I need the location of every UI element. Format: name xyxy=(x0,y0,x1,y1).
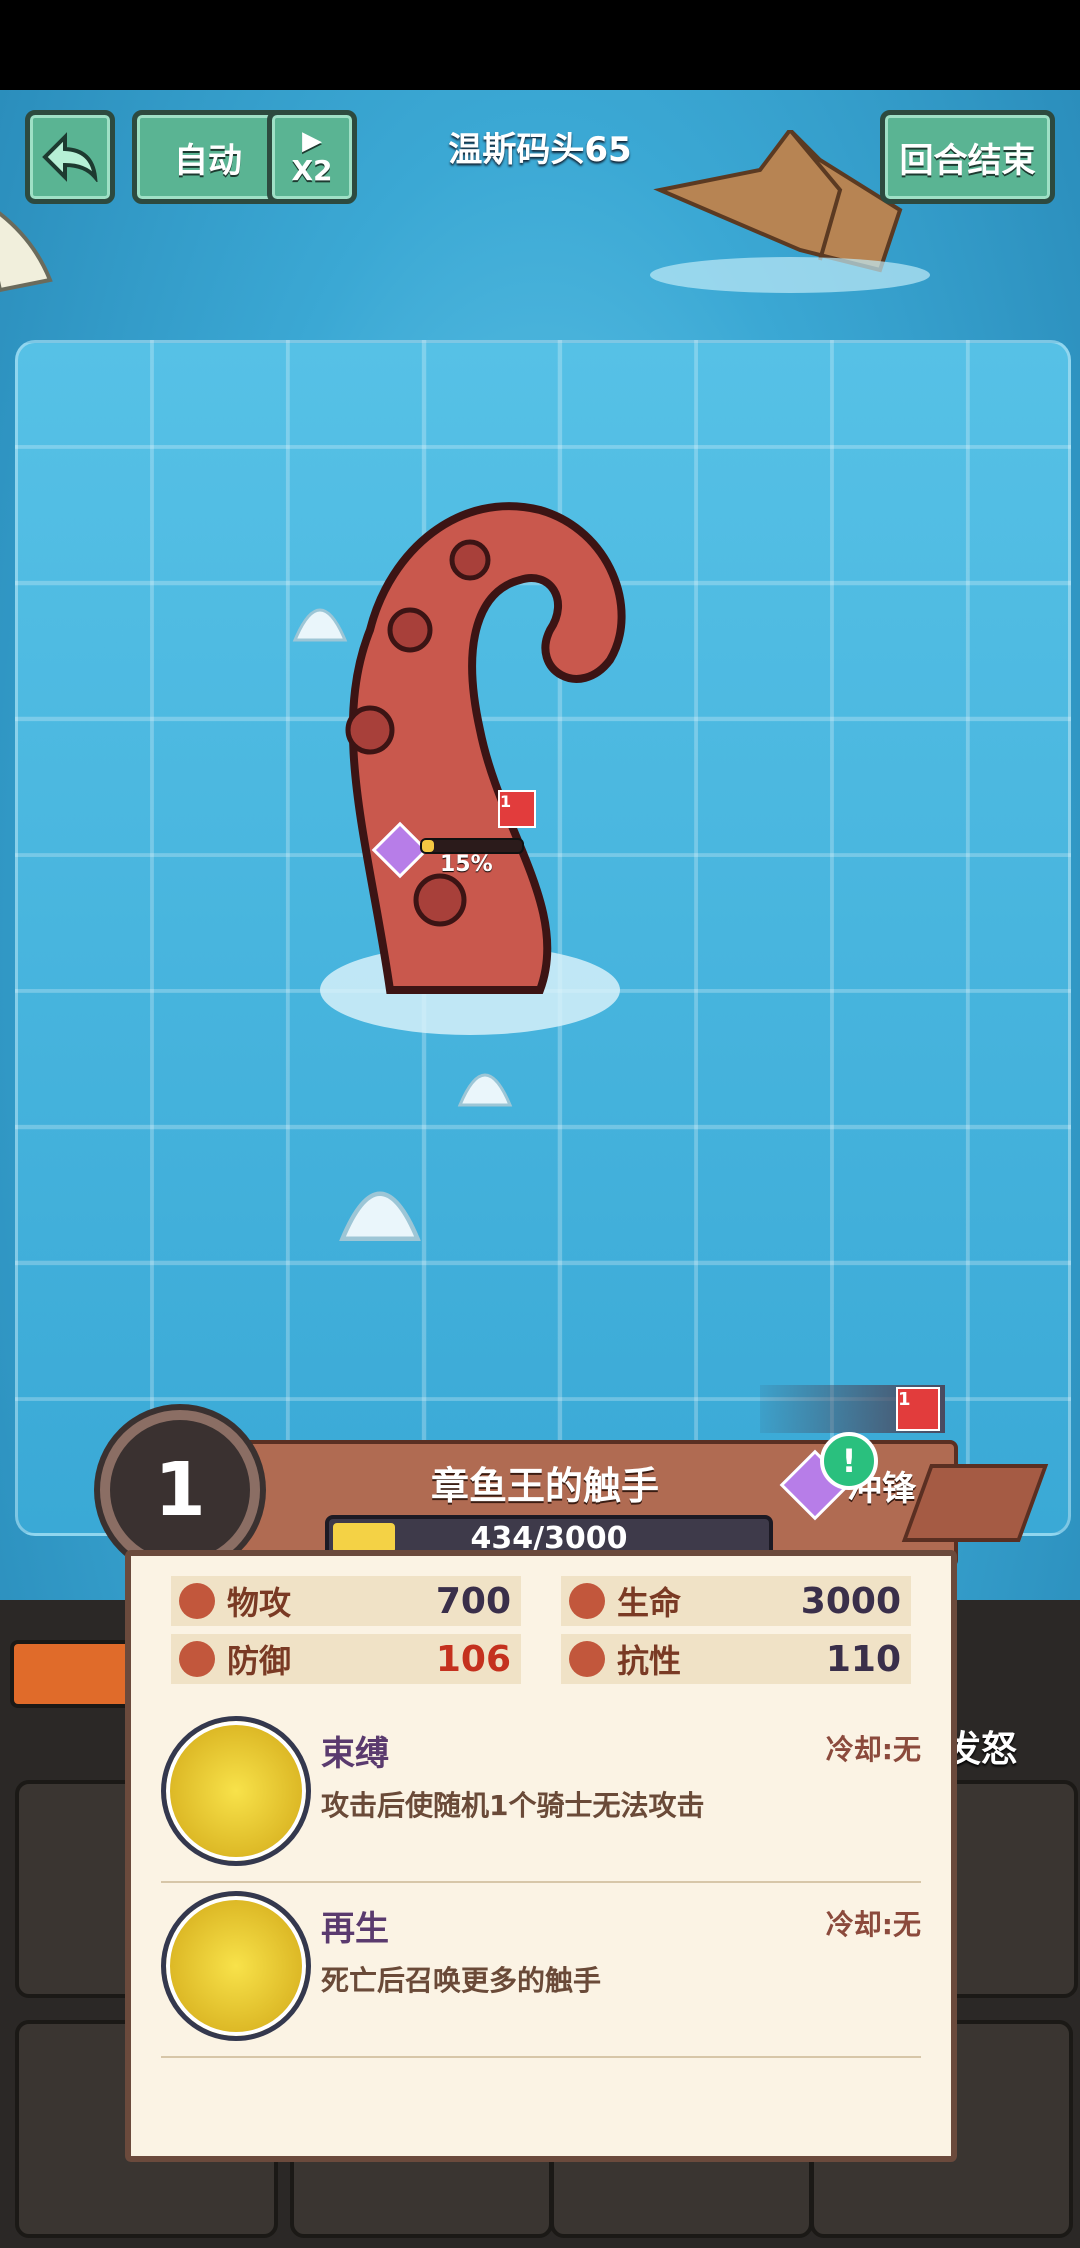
tentacle-enemy[interactable] xyxy=(310,430,650,1070)
card-buff-strip: 1 xyxy=(760,1385,945,1433)
level-title: 温斯码头65 xyxy=(448,130,632,170)
floating-debris-icon xyxy=(0,211,53,293)
lightning-icon xyxy=(569,1641,605,1677)
back-arrow-icon xyxy=(42,132,98,182)
enemy-hp-indicator: 15% 1 xyxy=(371,790,536,880)
hero-slot[interactable] xyxy=(940,1780,1078,1998)
divider xyxy=(161,2056,921,2058)
back-button[interactable] xyxy=(25,110,115,204)
stat-hp: 生命 3000 xyxy=(561,1576,911,1626)
energy-bar xyxy=(10,1640,138,1708)
end-turn-button[interactable]: 回合结束 xyxy=(880,110,1055,204)
fist-icon xyxy=(179,1583,215,1619)
status-bar xyxy=(0,0,1080,90)
stat-res: 抗性 110 xyxy=(561,1634,911,1684)
enemy-info-card: 物攻 700 生命 3000 防御 106 抗性 110 束缚 冷却:无 攻击后… xyxy=(125,1550,957,2162)
level-gear-badge: 1 xyxy=(100,1410,260,1570)
skill-row[interactable]: 再生 冷却:无 死亡后召唤更多的触手 xyxy=(161,1891,921,2051)
buff-badge-icon: 1 xyxy=(498,790,536,828)
skill-row[interactable]: 束缚 冷却:无 攻击后使随机1个骑士无法攻击 xyxy=(161,1716,921,1876)
tentacle-icon xyxy=(161,1891,311,2041)
seashell-icon xyxy=(339,1191,421,1241)
divider xyxy=(161,1881,921,1883)
stat-atk: 物攻 700 xyxy=(171,1576,521,1626)
enemy-name: 章鱼王的触手 xyxy=(430,1464,659,1508)
chain-icon xyxy=(161,1716,311,1866)
stat-def: 防御 106 xyxy=(171,1634,521,1684)
enemy-hp-percent: 15% xyxy=(440,852,493,877)
alert-icon[interactable]: ! xyxy=(820,1432,878,1490)
heart-icon xyxy=(569,1583,605,1619)
play-icon: ▶ xyxy=(302,125,322,156)
speed-button[interactable]: ▶ X2 xyxy=(267,110,357,204)
buff-badge-icon: 1 xyxy=(896,1387,940,1431)
auto-button[interactable]: 自动 xyxy=(132,110,284,204)
shield-icon xyxy=(179,1641,215,1677)
